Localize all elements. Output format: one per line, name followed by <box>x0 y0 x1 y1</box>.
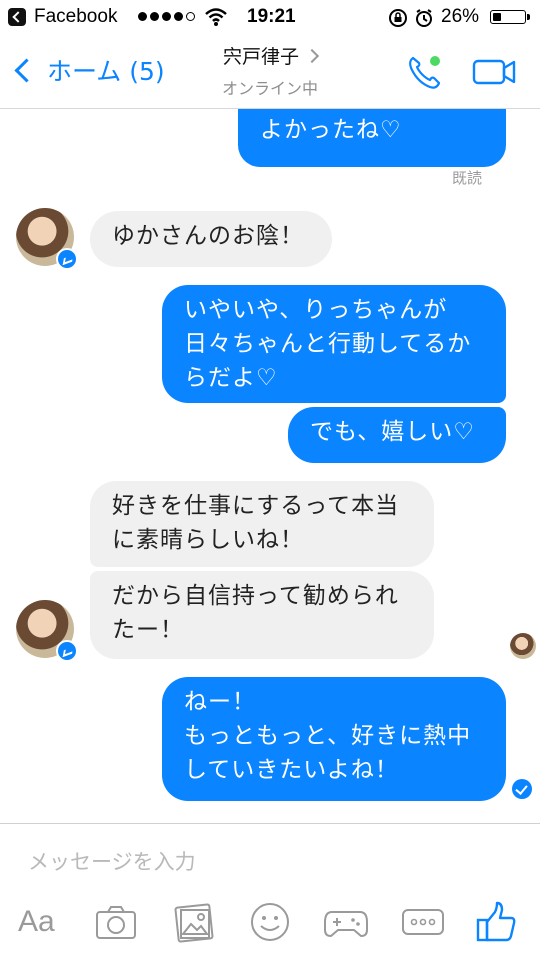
delivered-check-icon <box>512 779 532 799</box>
phone-call-icon[interactable] <box>404 52 444 92</box>
message-bubble-incoming[interactable]: だから自信持って勧められ たー！ <box>90 571 434 659</box>
back-button[interactable]: ホーム (5) <box>12 52 165 88</box>
message-bubble-outgoing[interactable]: ねー！ もっともっと、好きに熱中 していきたいよね！ <box>162 677 506 801</box>
messenger-badge-icon <box>56 248 78 270</box>
online-indicator <box>430 56 440 66</box>
signal-dot <box>174 12 183 21</box>
composer-toolbar: Aa <box>0 898 540 950</box>
wifi-icon <box>205 8 227 26</box>
sticker-icon[interactable] <box>248 898 292 946</box>
photo-icon[interactable] <box>172 898 216 946</box>
chevron-right-icon <box>304 48 320 64</box>
message-bubble-outgoing[interactable]: でも、嬉しい♡ <box>288 407 506 463</box>
video-call-icon[interactable] <box>472 54 516 88</box>
chevron-left-icon <box>14 57 39 83</box>
read-receipt: 既読 <box>452 169 483 187</box>
message-input[interactable] <box>26 844 510 880</box>
signal-strength-icon <box>138 12 195 21</box>
conversation-header: ホーム (5) 宍戸律子 オンライン中 <box>0 34 540 109</box>
battery-percent: 26% <box>441 6 480 27</box>
signal-dot <box>138 12 147 21</box>
seen-by-avatar <box>510 633 536 659</box>
contact-name: 宍戸律子 <box>222 46 299 68</box>
alarm-icon <box>416 9 432 27</box>
signal-dot <box>186 12 195 21</box>
more-icon[interactable] <box>400 898 446 946</box>
contact-avatar[interactable] <box>16 600 78 662</box>
message-bubble-outgoing[interactable]: いやいや、りっちゃんが 日々ちゃんと行動してるか らだよ♡ <box>162 285 506 403</box>
message-thread[interactable]: よかったね♡ 既読 ゆかさんのお陰！ いやいや、りっちゃんが 日々ちゃんと行動し… <box>0 109 540 823</box>
back-to-app-icon[interactable] <box>8 8 26 26</box>
status-bar: Facebook 19:21 26% <box>0 0 540 34</box>
composer: Aa <box>0 823 540 961</box>
rotation-lock-icon <box>389 9 407 27</box>
message-bubble-incoming[interactable]: 好きを仕事にするって本当 に素晴らしいね！ <box>90 481 434 567</box>
clock: 19:21 <box>247 6 296 27</box>
text-format-icon[interactable]: Aa <box>18 898 55 946</box>
message-bubble-incoming[interactable]: ゆかさんのお陰！ <box>90 211 332 267</box>
contact-title[interactable]: 宍戸律子 オンライン中 <box>160 42 380 99</box>
like-icon[interactable] <box>474 898 518 946</box>
back-label: ホーム (5) <box>47 57 165 86</box>
camera-icon[interactable] <box>94 898 138 946</box>
contact-avatar[interactable] <box>16 208 78 270</box>
message-bubble-outgoing[interactable]: よかったね♡ <box>238 109 506 167</box>
contact-status: オンライン中 <box>221 79 318 98</box>
battery-icon <box>490 10 530 24</box>
back-to-app-label[interactable]: Facebook <box>34 6 117 28</box>
messenger-badge-icon <box>56 640 78 662</box>
game-icon[interactable] <box>322 898 370 946</box>
signal-dot <box>150 12 159 21</box>
signal-dot <box>162 12 171 21</box>
